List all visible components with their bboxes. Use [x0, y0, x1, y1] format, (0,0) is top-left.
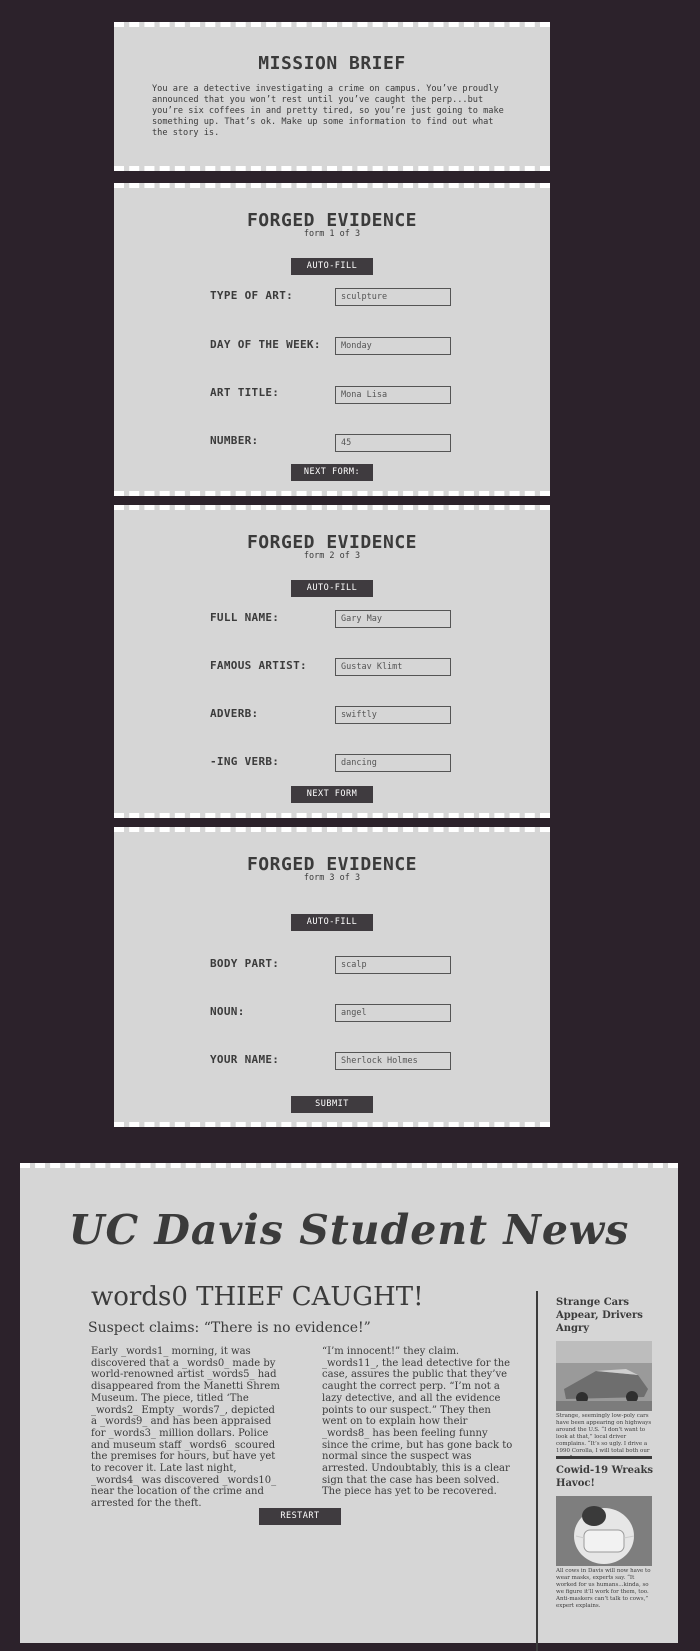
news-headline: words0 THIEF CAUGHT!: [91, 1282, 424, 1312]
newspaper-masthead: UC Davis Student News: [68, 1206, 630, 1254]
article-column-1: Early _words1_ morning, it was discovere…: [91, 1346, 280, 1510]
autofill-button[interactable]: AUTO-FILL: [291, 258, 373, 275]
sidebar-story-cows: Cowid-19 Wreaks Havoc! All cows in Davis…: [556, 1464, 656, 1610]
day-of-week-input[interactable]: [335, 337, 451, 355]
your-name-label: YOUR NAME:: [210, 1053, 280, 1066]
art-title-input[interactable]: [335, 386, 451, 404]
autofill-button[interactable]: AUTO-FILL: [291, 580, 373, 597]
restart-button[interactable]: RESTART: [259, 1508, 341, 1525]
ing-verb-label: -ING VERB:: [210, 755, 280, 768]
ing-verb-input[interactable]: [335, 754, 451, 772]
form-1-card: FORGED EVIDENCE form 1 of 3 AUTO-FILL TY…: [114, 183, 550, 496]
sidebar-divider: [556, 1456, 652, 1459]
news-subhead: Suspect claims: “There is no evidence!”: [88, 1320, 371, 1336]
cow-photo: [556, 1496, 652, 1566]
newspaper-card: UC Davis Student News words0 THIEF CAUGH…: [20, 1163, 678, 1651]
submit-button[interactable]: SUBMIT: [291, 1096, 373, 1113]
column-divider: [536, 1291, 538, 1651]
car-image-icon: [556, 1341, 652, 1411]
sidebar-story-cars: Strange Cars Appear, Drivers Angry Stran…: [556, 1296, 656, 1462]
famous-artist-label: FAMOUS ARTIST:: [210, 659, 307, 672]
mission-brief-card: MISSION BRIEF You are a detective invest…: [114, 22, 550, 171]
mission-brief-text: You are a detective investigating a crim…: [152, 84, 504, 138]
type-of-art-label: TYPE OF ART:: [210, 289, 294, 302]
body-part-input[interactable]: [335, 956, 451, 974]
body-part-label: BODY PART:: [210, 957, 280, 970]
next-form-button[interactable]: NEXT FORM: [291, 786, 373, 803]
sidebar-story-title: Strange Cars Appear, Drivers Angry: [556, 1297, 643, 1334]
noun-label: NOUN:: [210, 1005, 245, 1018]
sidebar-story-caption: Strange, seemingly low-poly cars have be…: [556, 1413, 652, 1461]
your-name-input[interactable]: [335, 1052, 451, 1070]
number-input[interactable]: [335, 434, 451, 452]
full-name-label: FULL NAME:: [210, 611, 280, 624]
number-label: NUMBER:: [210, 434, 259, 447]
adverb-label: ADVERB:: [210, 707, 259, 720]
next-form-button[interactable]: NEXT FORM:: [291, 464, 373, 481]
autofill-button[interactable]: AUTO-FILL: [291, 914, 373, 931]
sidebar-story-title: Cowid-19 Wreaks Havoc!: [556, 1465, 654, 1489]
car-photo: [556, 1341, 652, 1411]
day-of-week-label: DAY OF THE WEEK:: [210, 338, 321, 351]
mission-brief-title: MISSION BRIEF: [258, 53, 406, 74]
form-3-title: FORGED EVIDENCE: [246, 854, 418, 875]
form-2-title: FORGED EVIDENCE: [246, 532, 418, 553]
form-1-subtitle: form 1 of 3: [303, 229, 361, 239]
art-title-label: ART TITLE:: [210, 386, 280, 399]
cow-image-icon: [556, 1496, 652, 1566]
form-2-card: FORGED EVIDENCE form 2 of 3 AUTO-FILL FU…: [114, 505, 550, 818]
adverb-input[interactable]: [335, 706, 451, 724]
full-name-input[interactable]: [335, 610, 451, 628]
article-column-2: “I’m innocent!” they claim. _words11_, t…: [322, 1346, 513, 1498]
form-3-subtitle: form 3 of 3: [303, 873, 361, 883]
form-2-subtitle: form 2 of 3: [303, 551, 361, 561]
sidebar-story-caption: All cows in Davis will now have to wear …: [556, 1568, 651, 1609]
noun-input[interactable]: [335, 1004, 451, 1022]
type-of-art-input[interactable]: [335, 288, 451, 306]
form-3-card: FORGED EVIDENCE form 3 of 3 AUTO-FILL BO…: [114, 827, 550, 1127]
form-1-title: FORGED EVIDENCE: [246, 210, 418, 231]
famous-artist-input[interactable]: [335, 658, 451, 676]
